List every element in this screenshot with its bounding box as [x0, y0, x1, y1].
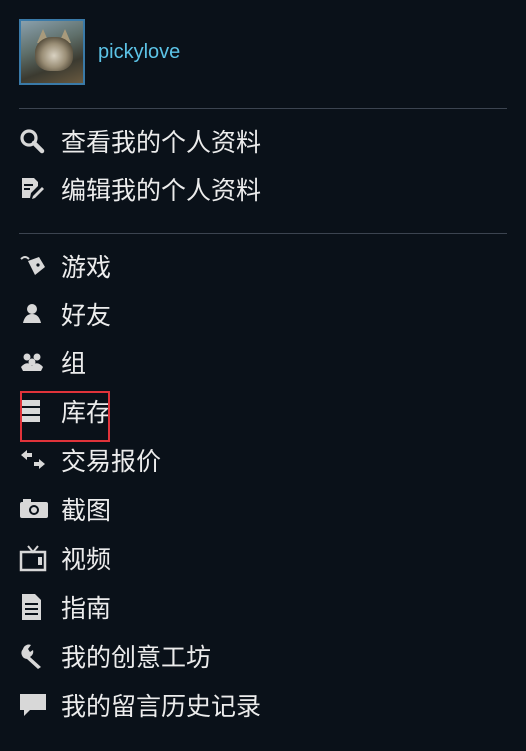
menu-item-inventory[interactable]: 库存: [19, 391, 111, 431]
profile-header[interactable]: pickylove: [19, 19, 180, 85]
menu-item-label: 交易报价: [61, 447, 162, 476]
avatar[interactable]: [19, 19, 85, 85]
game-controller-icon: [19, 251, 49, 281]
menu-item-friends[interactable]: 好友: [19, 294, 111, 334]
menu-item-guides[interactable]: 指南: [19, 587, 111, 627]
tv-icon: [19, 543, 49, 573]
menu-item-groups[interactable]: 组: [19, 342, 86, 382]
menu-item-videos[interactable]: 视频: [19, 538, 111, 578]
menu-item-screenshots[interactable]: 截图: [19, 489, 111, 529]
menu-item-label: 组: [61, 349, 87, 378]
menu-item-label: 库存: [61, 398, 112, 427]
trade-arrows-icon: [19, 445, 49, 475]
menu-item-trade-offers[interactable]: 交易报价: [19, 440, 161, 480]
menu-item-label: 我的创意工坊: [61, 643, 212, 672]
divider-middle: [19, 233, 507, 234]
menu-item-label: 我的留言历史记录: [61, 692, 262, 721]
menu-item-label: 查看我的个人资料: [61, 128, 262, 157]
username-link[interactable]: pickylove: [98, 41, 180, 64]
menu-item-edit-profile[interactable]: 编辑我的个人资料: [19, 169, 261, 209]
profile-dropdown-menu: pickylove 查看我的个人资料 编辑我的个人资料 游戏 好友 组 库存 交…: [0, 0, 526, 751]
camera-icon: [19, 494, 49, 524]
inventory-icon: [19, 396, 49, 426]
menu-item-label: 视频: [61, 545, 112, 574]
person-icon: [19, 299, 49, 329]
menu-item-games[interactable]: 游戏: [19, 246, 111, 286]
menu-item-workshop[interactable]: 我的创意工坊: [19, 636, 211, 676]
divider-top: [19, 108, 507, 109]
menu-item-label: 截图: [61, 496, 112, 525]
edit-icon: [19, 174, 49, 204]
magnifier-icon: [19, 126, 49, 156]
speech-bubble-icon: [19, 690, 49, 720]
menu-item-label: 编辑我的个人资料: [61, 176, 262, 205]
document-icon: [19, 592, 49, 622]
menu-item-view-profile[interactable]: 查看我的个人资料: [19, 121, 261, 161]
menu-item-label: 好友: [61, 301, 112, 330]
menu-item-comment-history[interactable]: 我的留言历史记录: [19, 685, 261, 725]
menu-item-label: 指南: [61, 594, 112, 623]
menu-item-label: 游戏: [61, 253, 112, 282]
wrench-icon: [19, 641, 49, 671]
group-icon: [19, 347, 49, 377]
